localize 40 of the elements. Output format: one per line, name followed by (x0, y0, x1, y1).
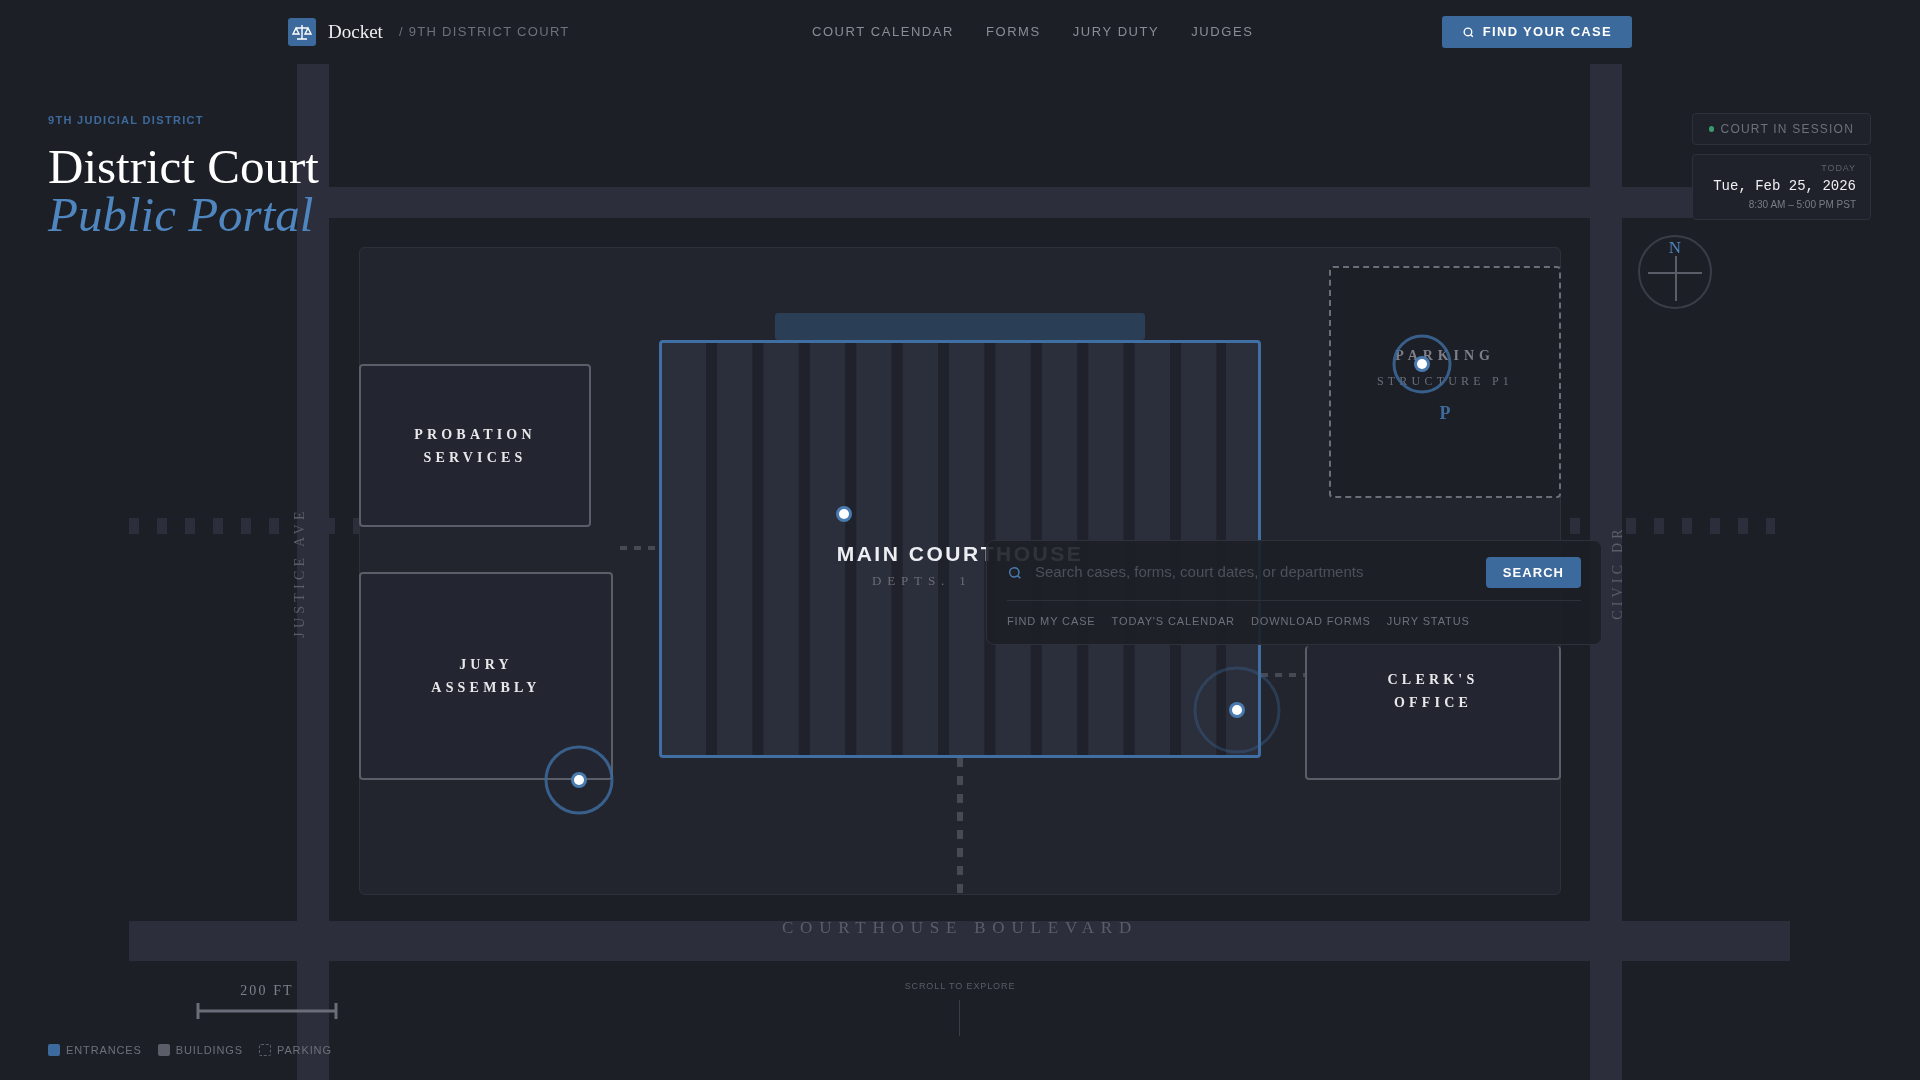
scroll-hint: SCROLL TO EXPLORE (903, 980, 1017, 993)
quick-link[interactable]: JURY STATUS (1386, 613, 1470, 630)
find-case-button[interactable]: FIND YOUR CASE (1441, 16, 1632, 48)
quick-link[interactable]: FIND MY CASE (1007, 613, 1096, 630)
quick-link[interactable]: TODAY'S CALENDAR (1111, 613, 1235, 630)
street-label: JUSTICE AVE (290, 506, 308, 640)
building-label: PROBATION SERVICES (414, 425, 536, 467)
search-button[interactable]: SEARCH (1485, 557, 1581, 588)
page-subtitle: Public Portal (48, 190, 315, 239)
dashed-path (1261, 673, 1305, 677)
building-label: JURY ASSEMBLY (431, 656, 541, 697)
date-text: Tue, Feb 25, 2026 (1713, 176, 1856, 196)
status-label: COURT IN SESSION (1720, 121, 1854, 138)
building-subtitle: DEPTS. 1 (872, 572, 972, 590)
legend-label: ENTRANCES (66, 1043, 142, 1058)
legend-label: PARKING (277, 1043, 332, 1058)
quick-link[interactable]: DOWNLOAD FORMS (1250, 613, 1371, 630)
building-label: CLERK'S OFFICE (1387, 671, 1479, 712)
building-outline[interactable]: CLERK'S OFFICE (1305, 646, 1561, 780)
page-title: District Court (48, 142, 319, 191)
building-outline[interactable]: JURY ASSEMBLY (359, 572, 613, 780)
legend-label: BUILDINGS (175, 1043, 243, 1058)
map-marker-icon[interactable] (834, 504, 854, 524)
brand-name[interactable]: Docket (328, 17, 383, 47)
hours-text: 8:30 AM – 5:00 PM PST (1748, 197, 1856, 212)
nav-link[interactable]: COURT CALENDAR (812, 22, 954, 42)
eyebrow-text: 9TH JUDICIAL DISTRICT (48, 113, 205, 128)
nav-link[interactable]: FORMS (986, 22, 1041, 42)
nav-link[interactable]: JUDGES (1191, 22, 1254, 42)
compass-label: N (1667, 239, 1683, 256)
nav-link[interactable]: JURY DUTY (1072, 22, 1160, 42)
building-outline[interactable]: PROBATION SERVICES (359, 364, 591, 527)
scale-label: 200 FT (239, 982, 295, 1000)
search-icon (1461, 25, 1475, 39)
map-marker-icon[interactable] (544, 745, 614, 815)
breadcrumb: / 9TH DISTRICT COURT (398, 23, 570, 42)
parking-symbol: P (1439, 402, 1451, 425)
scale-bar-icon (196, 1001, 338, 1021)
scales-logo-icon[interactable] (288, 18, 316, 46)
search-icon (1007, 564, 1023, 581)
